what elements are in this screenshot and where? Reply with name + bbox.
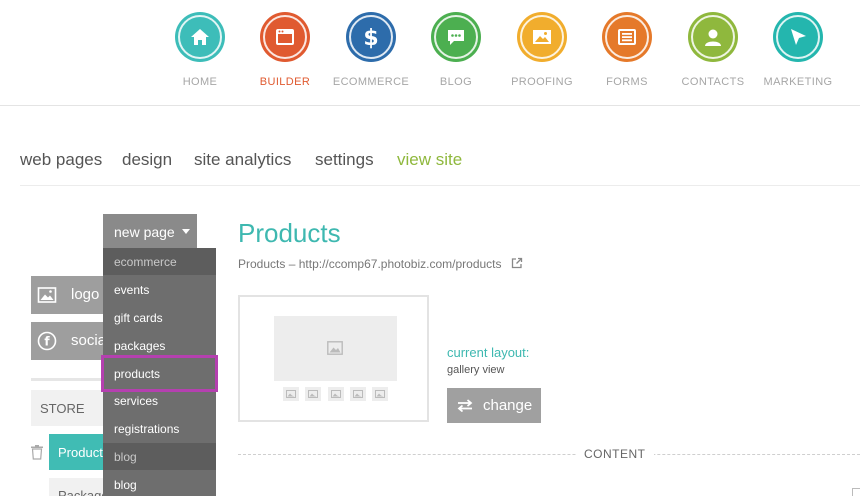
menu-item-label: blog <box>114 478 137 492</box>
builder-icon <box>260 12 310 62</box>
nav-label: CONTACTS <box>681 76 745 88</box>
page-item-label: Products <box>58 445 110 460</box>
change-button-label: change <box>483 397 533 414</box>
nav-home[interactable]: HOME <box>157 12 243 88</box>
change-layout-button[interactable]: change <box>447 388 541 423</box>
menu-header-blog: blog <box>103 443 216 470</box>
nav-blog[interactable]: BLOG <box>413 12 499 88</box>
subnav-site-analytics[interactable]: site analytics <box>194 150 291 170</box>
content-divider <box>238 454 860 455</box>
thumbnail-small-image <box>305 387 321 401</box>
svg-text:f: f <box>44 335 50 349</box>
nav-label: ECOMMERCE <box>332 76 410 88</box>
sidebar-logo-label: logo <box>71 286 100 303</box>
breadcrumb-page-name: Products <box>238 257 286 271</box>
external-link-icon[interactable] <box>511 257 523 269</box>
corner-handle <box>852 488 860 496</box>
dollar-icon: $ <box>346 12 396 62</box>
subnav-settings[interactable]: settings <box>315 150 374 170</box>
menu-item-gift-cards[interactable]: gift cards <box>103 304 216 331</box>
current-layout-label: current layout: <box>447 345 530 360</box>
menu-item-label: packages <box>114 339 166 353</box>
nav-contacts[interactable]: CONTACTS <box>670 12 756 88</box>
page-item-label: Package <box>58 488 109 496</box>
site-subnav: web pages design site analytics settings… <box>20 150 860 186</box>
list-icon <box>602 12 652 62</box>
page-url-link[interactable]: http://ccomp67.photobiz.com/products <box>299 257 502 271</box>
menu-header-label: ecommerce <box>114 255 177 269</box>
current-layout-name: gallery view <box>447 364 505 376</box>
thumbnail-small-image <box>283 387 299 401</box>
trash-icon[interactable] <box>30 444 44 460</box>
products-highlight-frame <box>101 355 218 392</box>
image-placeholder-icon <box>375 390 385 398</box>
thumbnail-main-image <box>274 316 397 381</box>
subnav-view-site[interactable]: view site <box>397 150 462 170</box>
thumbnail-small-image <box>372 387 388 401</box>
content-section-label: CONTENT <box>576 447 654 461</box>
menu-header-ecommerce: ecommerce <box>103 248 216 275</box>
nav-forms[interactable]: FORMS <box>584 12 670 88</box>
menu-item-blog[interactable]: blog <box>103 471 216 496</box>
facebook-icon: f <box>37 331 57 351</box>
nav-label: MARKETING <box>763 76 833 88</box>
menu-item-events[interactable]: events <box>103 276 216 303</box>
thumbnail-small-image <box>328 387 344 401</box>
nav-builder[interactable]: BUILDER <box>242 12 328 88</box>
menu-header-label: blog <box>114 450 137 464</box>
menu-item-label: events <box>114 283 150 297</box>
image-placeholder-icon <box>331 390 341 398</box>
image-placeholder-icon <box>327 341 343 355</box>
svg-text:$: $ <box>363 26 378 49</box>
sidebar-social-label: socia <box>71 332 107 349</box>
swap-arrows-icon <box>457 399 473 412</box>
new-page-button[interactable]: new page <box>103 214 197 248</box>
home-icon <box>175 12 225 62</box>
image-placeholder-icon <box>286 390 296 398</box>
layout-thumbnail[interactable] <box>238 295 429 422</box>
breadcrumb-separator: – <box>288 257 296 271</box>
new-page-label: new page <box>114 224 175 240</box>
app-nav: HOME BUILDER $ ECOMMERCE BLOG PROOFING F… <box>0 0 860 106</box>
nav-label: PROOFING <box>511 76 573 88</box>
nav-label: FORMS <box>606 76 648 88</box>
menu-item-label: gift cards <box>114 311 163 325</box>
nav-label: BUILDER <box>259 76 311 88</box>
cursor-icon <box>773 12 823 62</box>
menu-item-registrations[interactable]: registrations <box>103 415 216 442</box>
image-placeholder-icon <box>353 390 363 398</box>
nav-marketing[interactable]: MARKETING <box>755 12 841 88</box>
nav-ecommerce[interactable]: $ ECOMMERCE <box>328 12 414 88</box>
page-breadcrumb: Products – http://ccomp67.photobiz.com/p… <box>238 257 523 271</box>
thumbnail-small-image <box>350 387 366 401</box>
menu-item-label: registrations <box>114 422 180 436</box>
nav-label: BLOG <box>439 76 473 88</box>
nav-label: HOME <box>182 76 218 88</box>
chat-icon <box>431 12 481 62</box>
user-icon <box>688 12 738 62</box>
image-icon <box>517 12 567 62</box>
caret-down-icon <box>182 229 190 234</box>
image-placeholder-icon <box>308 390 318 398</box>
subnav-design[interactable]: design <box>122 150 172 170</box>
subnav-web-pages[interactable]: web pages <box>20 150 102 170</box>
nav-proofing[interactable]: PROOFING <box>499 12 585 88</box>
store-label: STORE <box>40 401 85 416</box>
image-icon <box>37 287 57 303</box>
page-title: Products <box>238 218 341 248</box>
menu-item-label: services <box>114 394 159 408</box>
